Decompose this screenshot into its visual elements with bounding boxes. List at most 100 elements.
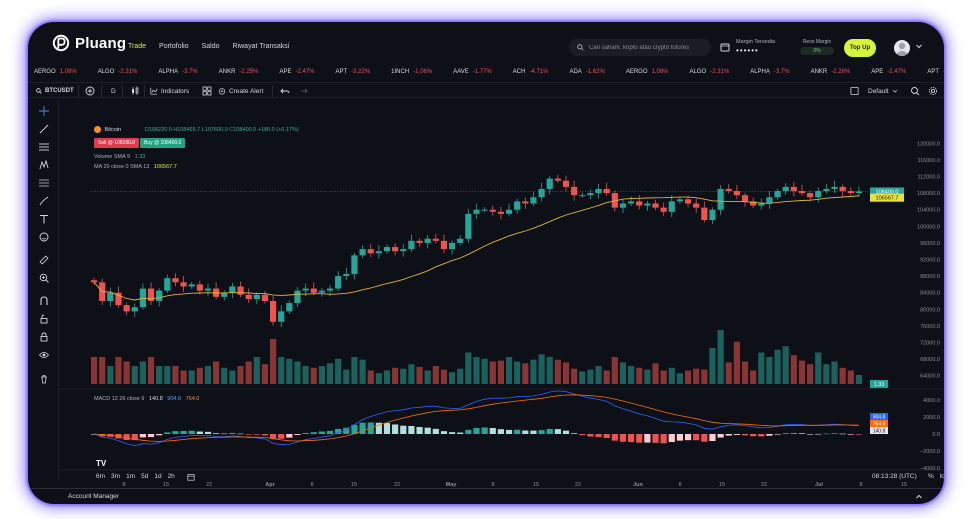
scale-options: % log auto: [928, 473, 944, 480]
candle-body: [815, 191, 822, 198]
buy-button[interactable]: Buy @ 108400.0: [140, 138, 186, 148]
emoji-icon[interactable]: [39, 232, 49, 242]
candle-body: [367, 249, 374, 254]
macd-tick-label: 2000.0: [923, 415, 940, 421]
top-up-button[interactable]: Top Up: [844, 39, 876, 57]
chart-area[interactable]: 120000.0 116000.0 112000.0 108000.0 104000.0…: [60, 99, 944, 488]
ticker-item[interactable]: ALPHA -3.7%: [750, 69, 789, 75]
brush-icon[interactable]: [39, 196, 49, 206]
horizontal-lines-icon[interactable]: [39, 142, 49, 152]
range-2h[interactable]: 2h: [168, 473, 175, 480]
wallet-icon[interactable]: [720, 42, 730, 52]
undo-icon[interactable]: [280, 86, 290, 96]
macd-histogram-bar: [139, 434, 146, 438]
ticker-item[interactable]: AERGO 1.09%: [34, 69, 77, 75]
lock-icon[interactable]: [39, 332, 49, 342]
percent-scale[interactable]: %: [928, 473, 934, 480]
layout-selector[interactable]: Default: [868, 86, 898, 96]
price-tick-label: 84000.0: [920, 291, 940, 297]
ticker-item[interactable]: APT -2.22%: [927, 69, 944, 75]
volume-bar: [278, 357, 285, 384]
candle-body: [172, 278, 179, 283]
ticker-item[interactable]: ACH -4.71%: [513, 69, 549, 75]
candle-body: [709, 209, 716, 221]
ticker-item[interactable]: ALGO -2.31%: [98, 69, 138, 75]
range-3m[interactable]: 3m: [111, 473, 120, 480]
settings-gear-icon[interactable]: [928, 86, 938, 96]
ticker-item[interactable]: AERGO 1.08%: [626, 69, 669, 75]
ruler-icon[interactable]: [39, 255, 49, 265]
search-box[interactable]: [569, 39, 711, 56]
lock-drawing-icon[interactable]: [39, 314, 49, 324]
volume-bar: [221, 367, 228, 384]
candle-body: [237, 286, 244, 295]
chart-toolbar: BTCUSDT D Indicators Create Alert Defaul…: [28, 82, 944, 98]
ticker-item[interactable]: APE -2.47%: [279, 69, 314, 75]
symbol-search[interactable]: BTCUSDT: [36, 86, 74, 96]
volume-bar: [424, 370, 431, 384]
eye-icon[interactable]: [39, 350, 49, 360]
range-5d[interactable]: 5d: [141, 473, 148, 480]
nav-saldo[interactable]: Saldo: [202, 43, 220, 50]
order-quantity[interactable]: 168: [127, 140, 135, 145]
ticker-item[interactable]: ADA -1.62%: [569, 69, 604, 75]
volume-bar: [660, 370, 667, 384]
tradingview-logo: TV: [96, 459, 107, 468]
range-1d[interactable]: 1d: [154, 473, 161, 480]
search-icon: [36, 88, 42, 94]
ticker-item[interactable]: APE -2.47%: [871, 69, 906, 75]
range-1m[interactable]: 1m: [126, 473, 135, 480]
ticker-item[interactable]: ALGO -2.31%: [690, 69, 730, 75]
chevron-down-icon[interactable]: [915, 42, 923, 50]
magnet-icon[interactable]: [39, 296, 49, 306]
logo[interactable]: Pluang: [52, 34, 126, 52]
chevron-up-icon[interactable]: [915, 493, 923, 501]
volume-bar: [855, 375, 863, 384]
avatar[interactable]: [894, 40, 910, 56]
candle-body: [107, 292, 114, 301]
range-6m[interactable]: 6m: [96, 473, 105, 480]
macd-histogram-bar: [164, 432, 171, 434]
calendar-icon[interactable]: [187, 473, 195, 481]
zoom-icon[interactable]: [910, 86, 920, 96]
layout-grid-icon[interactable]: [202, 86, 212, 96]
volume-bar: [522, 363, 529, 384]
trash-icon[interactable]: [39, 374, 49, 384]
interval-selector[interactable]: D: [111, 86, 116, 96]
trend-line-icon[interactable]: [39, 124, 49, 134]
nav-trade[interactable]: Trade: [128, 43, 146, 50]
search-input[interactable]: [589, 44, 707, 51]
ticker-item[interactable]: ALPHA -3.7%: [158, 69, 197, 75]
nav-portofolio[interactable]: Portofolio: [159, 43, 189, 50]
macd-histogram-bar: [440, 431, 448, 434]
macd-histogram-bar: [554, 429, 561, 434]
ticker-change: -2.47%: [295, 69, 315, 75]
candle-type-icon[interactable]: [130, 86, 140, 96]
compare-add-icon[interactable]: [85, 86, 95, 96]
volume-bar: [286, 358, 293, 384]
app-window: Pluang Trade Portofolio Saldo Riwayat Tr…: [28, 22, 944, 504]
fib-icon[interactable]: [39, 178, 49, 188]
redo-icon[interactable]: [298, 86, 308, 96]
volume-bar: [701, 369, 708, 384]
pattern-icon[interactable]: [39, 160, 49, 170]
volume-bar: [676, 373, 684, 384]
text-icon[interactable]: [39, 214, 49, 224]
ticker-item[interactable]: APT -3.22%: [335, 69, 370, 75]
price-chart[interactable]: 120000.0 116000.0 112000.0 108000.0 104000.0…: [60, 99, 944, 494]
volume-bar: [717, 330, 724, 384]
ticker-item[interactable]: AAVE -1.77%: [453, 69, 492, 75]
ticker-item[interactable]: 1INCH -1.06%: [391, 69, 432, 75]
checkbox-icon[interactable]: [850, 86, 859, 96]
ticker-item[interactable]: ANKR -2.25%: [219, 69, 259, 75]
ticker-item[interactable]: ANKR -2.26%: [811, 69, 851, 75]
account-manager-bar[interactable]: Account Manager: [28, 488, 944, 504]
create-alert-button[interactable]: Create Alert: [218, 86, 263, 96]
log-scale[interactable]: log: [940, 473, 944, 480]
candle-body: [595, 188, 602, 194]
crosshair-icon[interactable]: [39, 106, 49, 116]
zoom-in-icon[interactable]: [39, 273, 49, 283]
indicators-button[interactable]: Indicators: [150, 86, 189, 96]
nav-riwayat-transaksi[interactable]: Riwayat Transaksi: [233, 43, 290, 50]
margin-available[interactable]: Margin Tersedia ••••••: [736, 39, 775, 55]
